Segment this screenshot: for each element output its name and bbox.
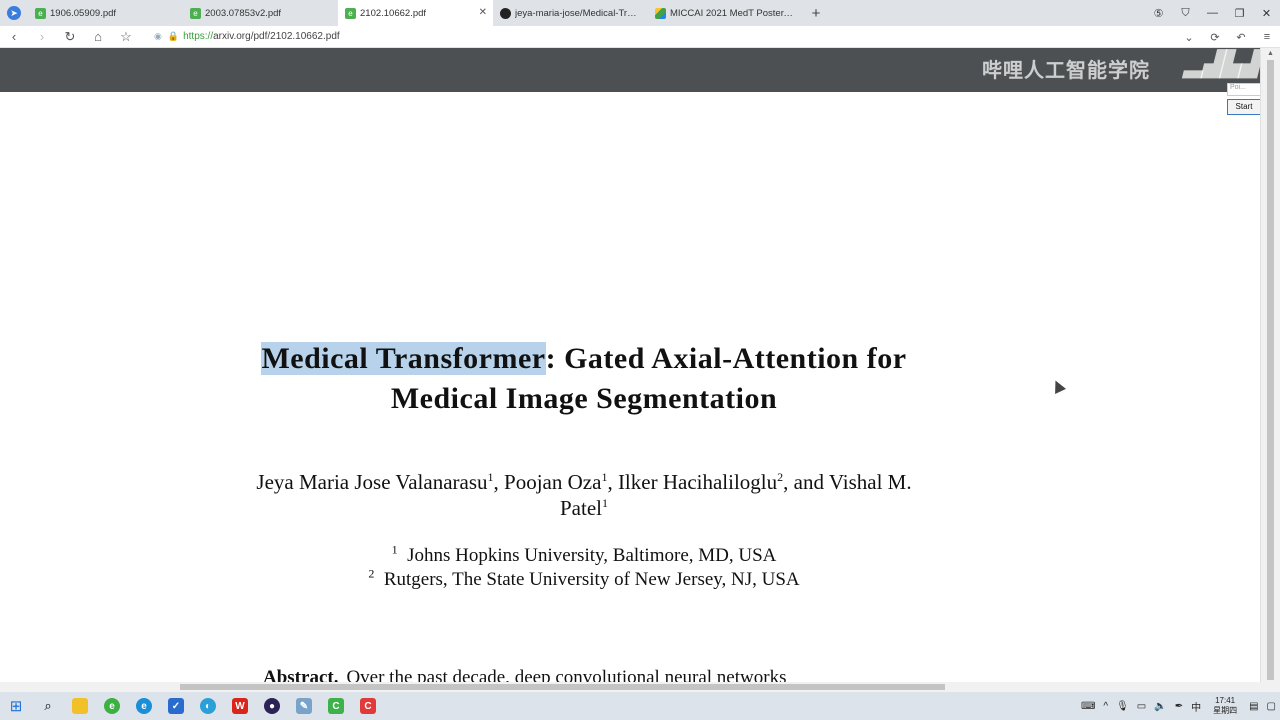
pdf-icon: e — [190, 7, 201, 19]
home-icon[interactable]: ⌂ — [84, 29, 112, 44]
extension-icon[interactable]: ⑤ — [1145, 7, 1172, 20]
url-path: arxiv.org/pdf/2102.10662.pdf — [213, 31, 340, 42]
eclipse-icon[interactable]: ● — [256, 692, 288, 720]
tab-3-active[interactable]: e 2102.10662.pdf ✕ — [338, 0, 493, 26]
author-list: Jeya Maria Jose Valanarasu1, Poojan Oza1… — [0, 470, 1168, 495]
aff-text: Rutgers, The State University of New Jer… — [383, 569, 800, 590]
mail-icon[interactable]: ✓ — [160, 692, 192, 720]
chevron-up-icon[interactable]: ^ — [1103, 701, 1108, 712]
chevron-down-icon[interactable]: ⌄ — [1176, 31, 1202, 44]
clock[interactable]: 17:41 星期四 — [1213, 696, 1237, 716]
horizontal-scrollbar[interactable] — [0, 682, 1280, 692]
author-sup: 1 — [602, 496, 608, 510]
tab-5[interactable]: MICCAI 2021 MedT Poster.p… — [648, 0, 803, 26]
title-rest: : Gated Axial-Attention for — [545, 342, 907, 375]
browser-logo-icon[interactable]: ➤ — [0, 0, 28, 26]
notes-icon[interactable]: ▤ — [1249, 701, 1258, 712]
microphone-icon[interactable]: 🎙 — [1116, 701, 1129, 712]
bookmark-star-icon[interactable]: ☆ — [112, 29, 140, 45]
ime-indicator[interactable]: 中 — [1191, 699, 1201, 714]
pdf-page: Medical Transformer: Gated Axial-Attenti… — [0, 92, 1260, 682]
aff-text: Johns Hopkins University, Baltimore, MD,… — [407, 545, 777, 566]
minimize-icon[interactable]: — — [1199, 7, 1226, 19]
tab-label: 2102.10662.pdf — [360, 7, 427, 19]
tab-strip: ➤ e 1906.05909.pdf e 2003.07853v2.pdf e … — [0, 0, 1280, 26]
undo-icon[interactable]: ↶ — [1228, 31, 1254, 44]
affiliation-1: 1 Johns Hopkins University, Baltimore, M… — [0, 542, 1168, 567]
affiliation-2: 2 Rutgers, The State University of New J… — [0, 566, 1168, 591]
author-list-line2: Patel1 — [0, 496, 1168, 521]
pen-icon[interactable]: ✒ — [1175, 701, 1183, 712]
overlay-panel: Poi... — [1227, 83, 1261, 96]
address-bar: ‹ › ↻ ⌂ ☆ ◉ 🔒 https:// arxiv.org/pdf/210… — [0, 26, 1280, 48]
back-icon[interactable]: ‹ — [0, 29, 28, 44]
system-tray: ⌨ ^ 🎙 ▭ 🔈 ✒ 中 17:41 星期四 ▤ ▢ — [1077, 692, 1280, 720]
maximize-icon[interactable]: ❐ — [1226, 7, 1253, 20]
search-icon[interactable]: ⌕ — [32, 692, 64, 720]
pdf-icon: e — [345, 7, 356, 19]
clock-day: 星期四 — [1213, 706, 1238, 715]
author-name: Jeya Maria Jose Valanarasu — [256, 470, 488, 494]
shield-icon: ◉ — [154, 31, 162, 41]
notification-icon[interactable]: ▢ — [1267, 701, 1276, 712]
close-icon[interactable]: ✕ — [479, 7, 487, 18]
chat-icon[interactable]: ◐ — [192, 692, 224, 720]
taskbar: ⊞ ⌕ e e ✓ ◐ W ● ✎ C C ⌨ ^ 🎙 ▭ 🔈 ✒ 中 17:4… — [0, 692, 1280, 720]
author-sep: , — [607, 470, 618, 494]
sync-icon[interactable]: ⟳ — [1202, 31, 1228, 44]
shirt-icon[interactable]: ⛉ — [1172, 7, 1199, 20]
camtasia-icon[interactable]: C — [320, 692, 352, 720]
menu-icon[interactable]: ≡ — [1254, 31, 1280, 43]
aff-sup: 1 — [391, 542, 398, 557]
file-explorer-icon[interactable] — [64, 692, 96, 720]
windows-start-icon[interactable]: ⊞ — [0, 692, 32, 720]
abstract-text: Over the past decade, deep convolutional… — [346, 667, 787, 682]
author-name: Poojan Oza — [504, 470, 602, 494]
reload-icon[interactable]: ↻ — [56, 29, 84, 45]
url-scheme: https:// — [183, 31, 214, 42]
abstract: Abstract. Over the past decade, deep conv… — [263, 667, 963, 682]
keyboard-icon[interactable]: ⌨ — [1081, 701, 1095, 712]
tab-label: jeya-maria-jose/Medical-Tra… — [515, 7, 640, 19]
network-icon[interactable]: ▭ — [1137, 701, 1146, 712]
bilibili-logo-icon: ▂▟▙▟ — [1184, 51, 1258, 78]
new-tab-button[interactable]: + — [803, 0, 829, 26]
wps-icon[interactable]: W — [224, 692, 256, 720]
paper-title-line1: Medical Transformer: Gated Axial-Attenti… — [0, 342, 1168, 376]
scroll-thumb[interactable] — [180, 684, 945, 690]
selected-text[interactable]: Medical Transformer — [261, 342, 546, 375]
scroll-thumb[interactable] — [1267, 60, 1274, 680]
author-name: Ilker Hacihaliloglu — [617, 470, 778, 494]
start-button[interactable]: Start — [1227, 99, 1261, 115]
scroll-up-icon[interactable]: ▲ — [1267, 50, 1274, 57]
aff-sup: 2 — [368, 566, 375, 581]
tab-4[interactable]: jeya-maria-jose/Medical-Tra… — [493, 0, 648, 26]
clock-time: 17:41 — [1215, 696, 1236, 705]
close-window-icon[interactable]: ✕ — [1253, 7, 1280, 20]
edge-icon[interactable]: e — [128, 692, 160, 720]
volume-icon[interactable]: 🔈 — [1154, 701, 1166, 712]
pdf-icon: e — [35, 7, 46, 19]
lock-icon: 🔒 — [167, 31, 180, 41]
author-sep: , and Vishal M. — [783, 470, 912, 494]
author-sep: , — [493, 470, 505, 494]
drive-icon — [655, 7, 666, 19]
tab-label: 2003.07853v2.pdf — [205, 7, 282, 19]
github-icon — [500, 7, 511, 19]
watermark-text: 哔哩人工智能学院 — [982, 60, 1150, 82]
vertical-scrollbar[interactable]: ▲ — [1260, 48, 1280, 682]
paint-icon[interactable]: ✎ — [288, 692, 320, 720]
tab-1[interactable]: e 1906.05909.pdf — [28, 0, 183, 26]
abstract-label: Abstract. — [263, 667, 339, 682]
url-field[interactable]: ◉ 🔒 https:// arxiv.org/pdf/2102.10662.pd… — [154, 31, 340, 42]
author-name: Patel — [560, 496, 602, 520]
paper-title-line2: Medical Image Segmentation — [390, 382, 778, 415]
browser-green-icon[interactable]: e — [96, 692, 128, 720]
tab-label: MICCAI 2021 MedT Poster.p… — [670, 7, 795, 19]
forward-icon[interactable]: › — [28, 29, 56, 44]
tab-2[interactable]: e 2003.07853v2.pdf — [183, 0, 338, 26]
recorder-icon[interactable]: C — [352, 692, 384, 720]
tab-label: 1906.05909.pdf — [50, 7, 117, 19]
